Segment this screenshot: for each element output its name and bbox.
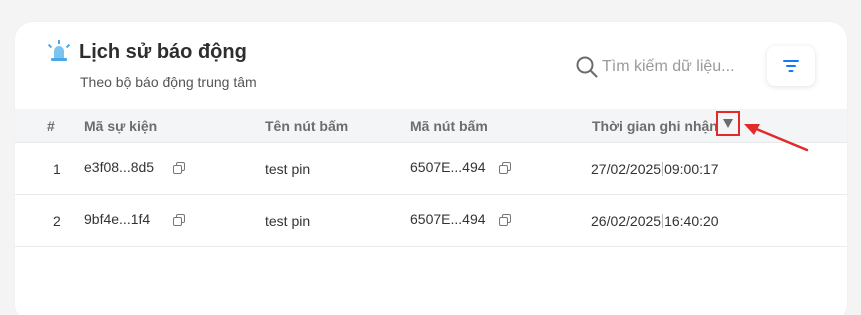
row-index: 2 — [53, 213, 61, 229]
sort-highlight-box — [716, 111, 740, 136]
page-title: Lịch sử báo động — [79, 41, 247, 63]
event-id: e3f08...8d5 — [84, 159, 155, 175]
column-button-id: Mã nút bấm — [410, 118, 488, 134]
column-recorded-time[interactable]: Thời gian ghi nhận — [592, 109, 718, 143]
copy-icon[interactable] — [173, 162, 185, 174]
button-name: test pin — [265, 161, 311, 177]
table-row[interactable]: 2 9bf4e...1f4 test pin 6507E...494 26/02… — [15, 195, 847, 247]
column-index: # — [47, 118, 55, 134]
recorded-time: 27/02/2025 09:00:17 — [591, 161, 719, 177]
page-subtitle: Theo bộ báo động trung tâm — [80, 74, 257, 90]
filter-button[interactable] — [767, 46, 815, 86]
recorded-clock: 09:00:17 — [664, 161, 719, 177]
copy-icon[interactable] — [173, 214, 185, 226]
search-input[interactable] — [602, 58, 742, 76]
recorded-date: 27/02/2025 — [591, 161, 662, 177]
table-row[interactable]: 1 e3f08...8d5 test pin 6507E...494 27/02… — [15, 143, 847, 195]
recorded-clock: 16:40:20 — [664, 213, 719, 229]
siren-icon — [48, 40, 70, 61]
copy-icon[interactable] — [499, 214, 511, 226]
column-button-name: Tên nút bấm — [265, 118, 349, 134]
button-name: test pin — [265, 213, 311, 229]
button-id: 6507E...494 — [410, 159, 486, 175]
event-id: 9bf4e...1f4 — [84, 211, 151, 227]
recorded-date: 26/02/2025 — [591, 213, 662, 229]
recorded-time: 26/02/2025 16:40:20 — [591, 213, 719, 229]
search-box[interactable] — [576, 55, 746, 79]
copy-icon[interactable] — [499, 162, 511, 174]
button-id: 6507E...494 — [410, 211, 486, 227]
column-event-id: Mã sự kiện — [84, 118, 158, 134]
search-icon — [576, 56, 598, 78]
filter-lines-icon — [783, 60, 799, 72]
row-index: 1 — [53, 161, 61, 177]
